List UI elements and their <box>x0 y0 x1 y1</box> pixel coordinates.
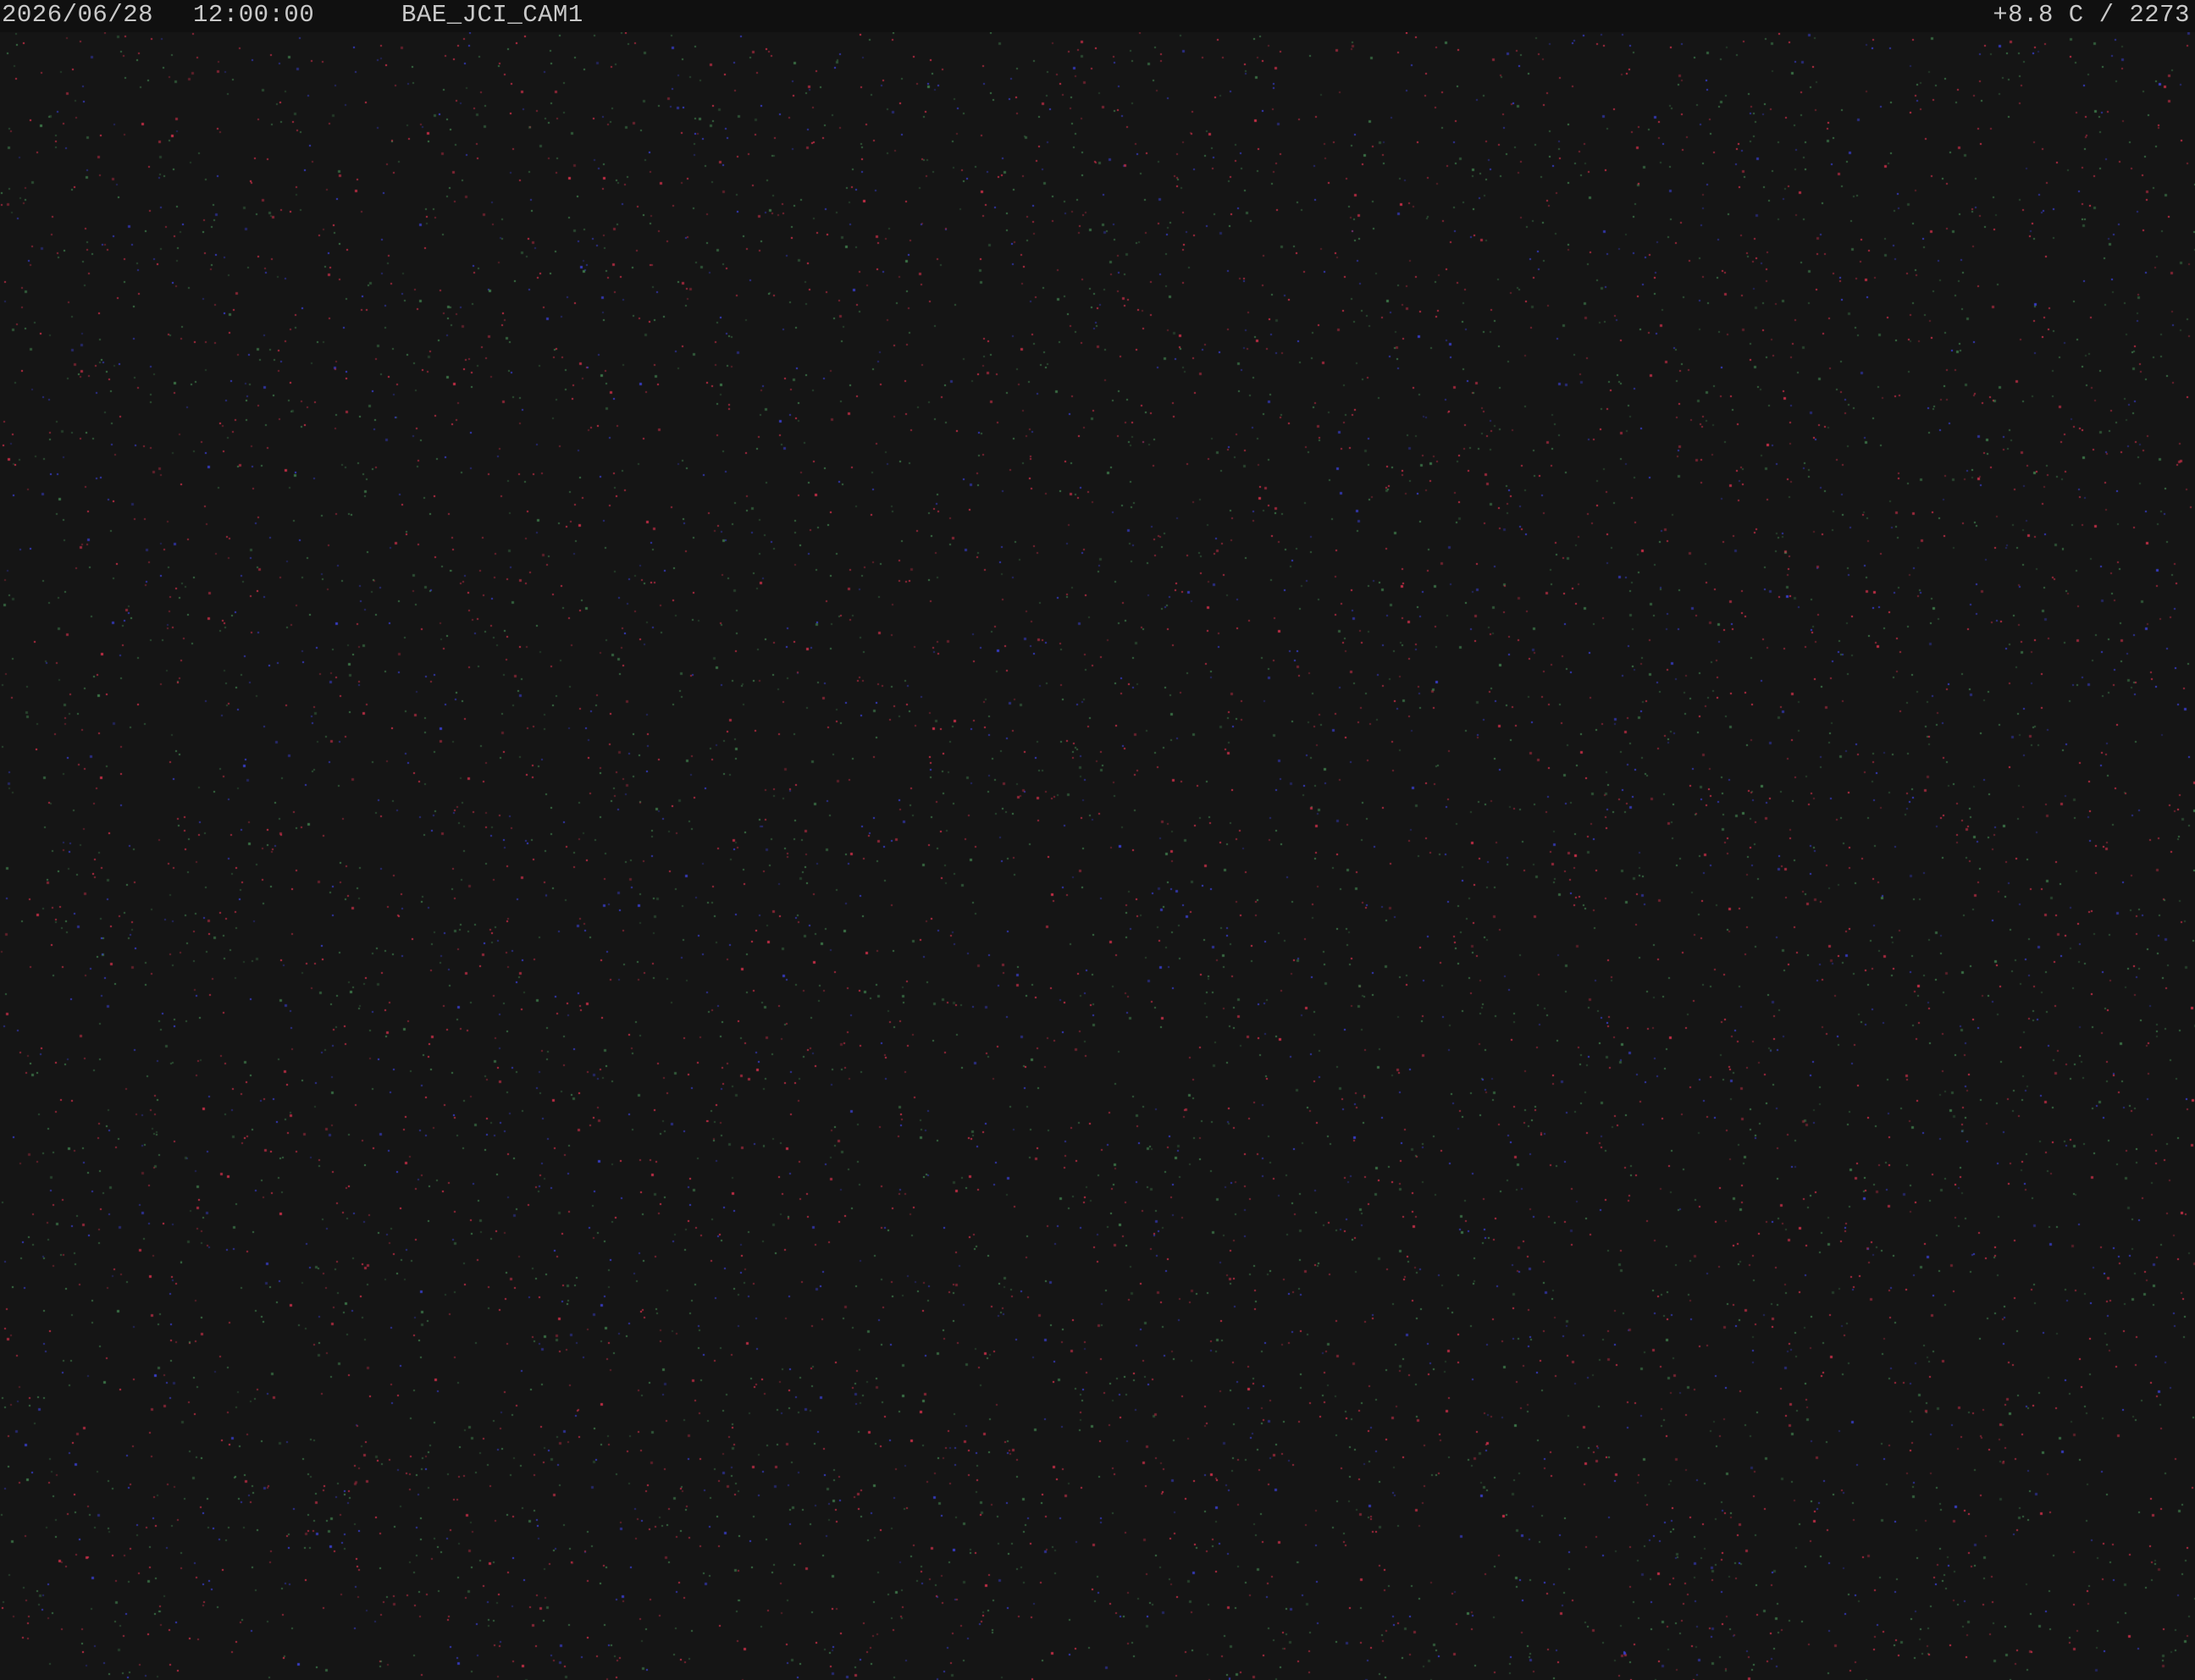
overlay-date: 2026/06/28 <box>2 1 154 29</box>
overlay-camera-id: BAE_JCI_CAM1 <box>401 1 583 29</box>
overlay-sensor-readout: +8.8 C / 2273 <box>1993 1 2190 29</box>
night-sky-noise <box>0 0 2195 1680</box>
overlay-time: 12:00:00 <box>193 1 315 29</box>
timestamp-overlay-bar: 2026/06/28 12:00:00 BAE_JCI_CAM1 +8.8 C … <box>0 0 2195 32</box>
camera-image: 2026/06/28 12:00:00 BAE_JCI_CAM1 +8.8 C … <box>0 0 2195 1680</box>
